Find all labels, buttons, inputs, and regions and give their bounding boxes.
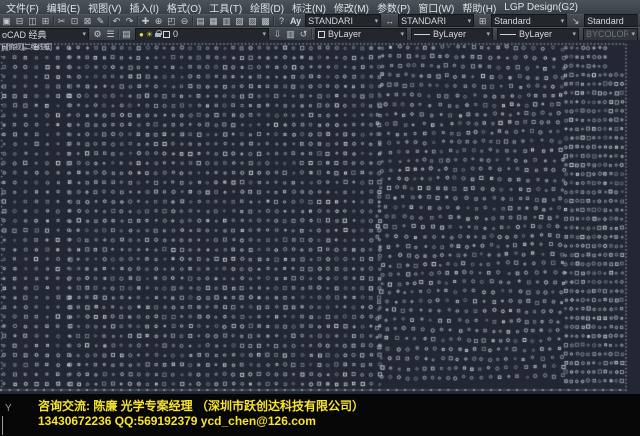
plot-icon[interactable]: ⊟: [13, 15, 26, 27]
tool-palettes-icon[interactable]: ▥: [220, 15, 233, 27]
save-icon[interactable]: ▣: [0, 15, 13, 27]
markup-set-manager-icon[interactable]: ▨: [246, 15, 259, 27]
chevron-down-icon[interactable]: ▾: [79, 30, 86, 38]
layer-states-icon[interactable]: ▥: [284, 28, 297, 40]
menu-bar: 文件(F)编辑(E)视图(V)插入(I)格式(O)工具(T)绘图(D)标注(N)…: [0, 0, 640, 14]
layer-lock-icon[interactable]: [155, 30, 162, 38]
plot-style-combo: BYCOLOR ▾: [583, 28, 638, 41]
chevron-down-icon[interactable]: ▾: [372, 17, 379, 25]
table-style-combo[interactable]: Standard ▾: [491, 14, 567, 27]
lineweight-combo[interactable]: ByLayer ▾: [497, 28, 579, 41]
autocad-window: 文件(F)编辑(E)视图(V)插入(I)格式(O)工具(T)绘图(D)标注(N)…: [0, 0, 640, 436]
workspace-combo[interactable]: oCAD 经典 ▾: [0, 28, 89, 41]
help-icon[interactable]: ?: [275, 15, 288, 27]
copy-icon[interactable]: ⊡: [68, 15, 81, 27]
workspace-save-icon[interactable]: ☰: [104, 28, 117, 40]
menu-item-3[interactable]: 视图(V): [84, 0, 125, 15]
mleader-style-icon[interactable]: ↘: [569, 15, 582, 27]
text-style-icon[interactable]: Ay: [288, 16, 303, 26]
dim-style-combo[interactable]: STANDARI ▾: [398, 14, 474, 27]
menu-item-6[interactable]: 工具(T): [205, 0, 246, 15]
object-color-combo[interactable]: ByLayer ▾: [315, 28, 407, 41]
menu-item-13[interactable]: LGP Design(G2): [500, 2, 582, 13]
layer-color-chip: [163, 31, 170, 38]
drawing-canvas[interactable]: [0, 40, 640, 394]
workspace-settings-icon[interactable]: ⚙: [91, 28, 104, 40]
chevron-down-icon[interactable]: ▾: [465, 17, 472, 25]
menu-item-12[interactable]: 帮助(H): [458, 0, 500, 15]
match-properties-icon[interactable]: ✎: [94, 15, 107, 27]
layers-toolbar: oCAD 经典 ▾ ⚙ ☰ ▤ ● ☀ 0 ▾ ⇩▥↺ ByLayer ▾ By…: [0, 27, 640, 40]
zoom-previous-icon[interactable]: ⊖: [178, 15, 191, 27]
standard-toolbar: ▣⊟◫⊞✂⊡⊠✎↶↷✚⊕◰⊖▤▦▥▧▨▩? Ay STANDARI ▾ ↔ ST…: [0, 14, 640, 27]
properties-palette-icon[interactable]: ▤: [194, 15, 207, 27]
menu-item-1[interactable]: 文件(F): [2, 0, 43, 15]
dim-style-icon[interactable]: ↔: [383, 15, 396, 27]
chevron-down-icon[interactable]: ▾: [397, 30, 404, 38]
undo-icon[interactable]: ↶: [110, 15, 123, 27]
table-style-icon[interactable]: ⊞: [476, 15, 489, 27]
layer-previous-icon[interactable]: ↺: [297, 28, 310, 40]
quickcalc-icon[interactable]: ▩: [259, 15, 272, 27]
linetype-sample: [414, 34, 430, 35]
toolbar-separator: [311, 29, 312, 39]
toolbar-separator: [137, 16, 138, 26]
text-style-combo[interactable]: STANDARI ▾: [305, 14, 381, 27]
cut-icon[interactable]: ✂: [55, 15, 68, 27]
contact-line-1: 咨询交流: 陈廉 光学专案经理 （深圳市跃创达科技有限公司）: [38, 397, 364, 414]
ucs-y-axis-line: [2, 416, 3, 435]
designcenter-icon[interactable]: ▦: [207, 15, 220, 27]
toolbar-separator: [273, 16, 274, 26]
viewport-controls-label[interactable]: [-][俯视][二维线框]: [2, 42, 52, 52]
menu-item-8[interactable]: 标注(N): [288, 0, 330, 15]
paste-icon[interactable]: ⊠: [81, 15, 94, 27]
sheetset-manager-icon[interactable]: ▧: [233, 15, 246, 27]
zoom-realtime-icon[interactable]: ⊕: [152, 15, 165, 27]
zoom-window-icon[interactable]: ◰: [165, 15, 178, 27]
menu-item-2[interactable]: 编辑(E): [43, 0, 84, 15]
toolbar-separator: [118, 29, 119, 39]
make-layer-current-icon[interactable]: ⇩: [271, 28, 284, 40]
chevron-down-icon[interactable]: ▾: [569, 30, 576, 38]
menu-item-9[interactable]: 修改(M): [330, 0, 373, 15]
mleader-style-combo[interactable]: Standard: [584, 14, 638, 27]
chevron-down-icon: ▾: [628, 30, 635, 38]
toolbar-separator: [108, 16, 109, 26]
menu-item-5[interactable]: 格式(O): [163, 0, 205, 15]
layer-properties-manager-icon[interactable]: ▤: [120, 28, 133, 40]
menu-item-7[interactable]: 绘图(D): [246, 0, 288, 15]
layer-on-bulb-icon[interactable]: ●: [138, 30, 145, 39]
pan-icon[interactable]: ✚: [139, 15, 152, 27]
contact-banner: Y 咨询交流: 陈廉 光学专案经理 （深圳市跃创达科技有限公司） 1343067…: [0, 394, 640, 436]
menu-item-10[interactable]: 参数(P): [373, 0, 414, 15]
chevron-down-icon[interactable]: ▾: [483, 30, 490, 38]
color-swatch: [318, 31, 325, 38]
chevron-down-icon[interactable]: ▾: [558, 17, 565, 25]
menu-item-4[interactable]: 插入(I): [125, 0, 162, 15]
toolbar-separator: [53, 16, 54, 26]
layer-freeze-sun-icon[interactable]: ☀: [145, 30, 154, 39]
drawing-area[interactable]: [-][俯视][二维线框]: [0, 40, 640, 394]
lineweight-sample: [500, 34, 516, 35]
plot-preview-icon[interactable]: ◫: [26, 15, 39, 27]
publish-icon[interactable]: ⊞: [39, 15, 52, 27]
toolbar-separator: [192, 16, 193, 26]
redo-icon[interactable]: ↷: [123, 15, 136, 27]
linetype-combo[interactable]: ByLayer ▾: [411, 28, 493, 41]
menu-item-11[interactable]: 窗口(W): [414, 0, 458, 15]
layer-name: 0: [173, 29, 178, 39]
chevron-down-icon[interactable]: ▾: [259, 30, 266, 38]
layer-combo[interactable]: ● ☀ 0 ▾: [135, 28, 269, 41]
ucs-y-axis-label: Y: [5, 403, 12, 414]
contact-line-2: 13430672236 QQ:569192379 ycd_chen@126.co…: [38, 414, 316, 428]
